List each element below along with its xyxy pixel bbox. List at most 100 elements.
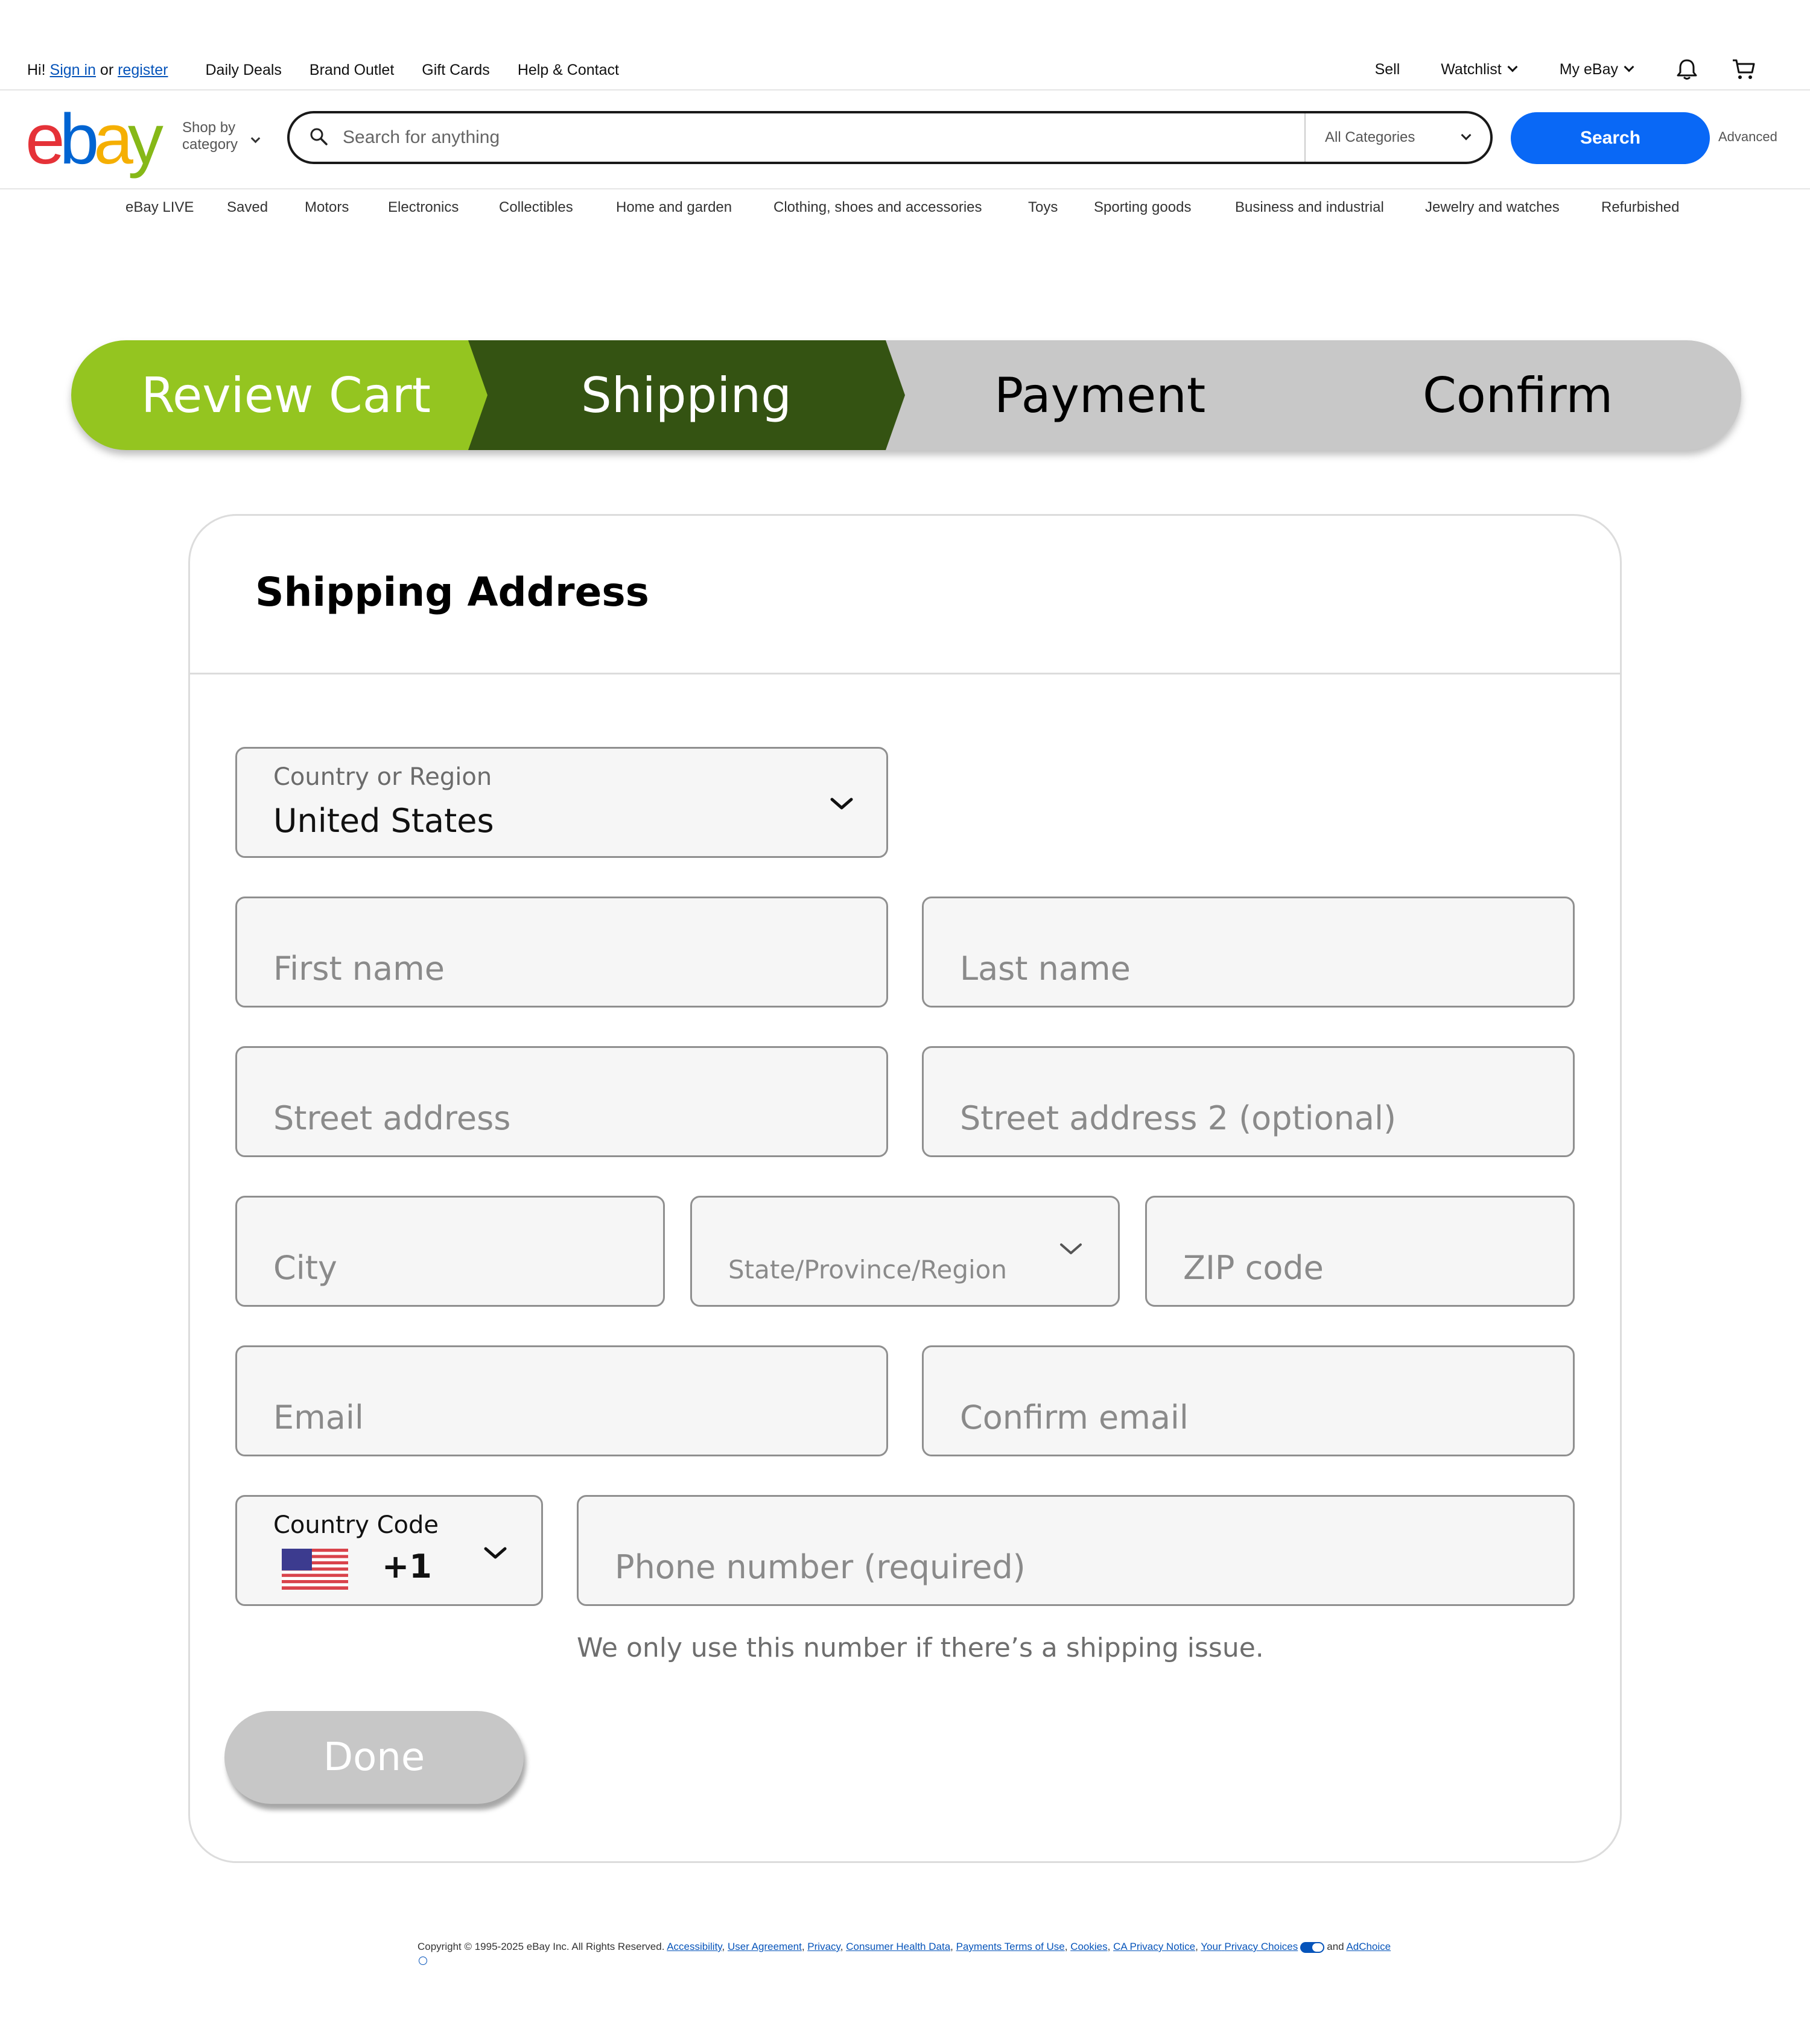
country-select-value: United States — [273, 802, 494, 840]
footer-ca-privacy-link[interactable]: CA Privacy Notice — [1113, 1941, 1195, 1952]
country-code-select[interactable]: Country Code +1 — [235, 1495, 543, 1606]
chevron-down-icon — [1060, 1243, 1082, 1254]
search-icon — [310, 128, 328, 145]
help-contact-link[interactable]: Help & Contact — [518, 62, 619, 79]
footer: Copyright © 1995-2025 eBay Inc. All Righ… — [418, 1940, 1395, 1967]
nav-electronics[interactable]: Electronics — [388, 199, 459, 216]
chevron-down-icon — [1461, 130, 1472, 141]
confirm-email-field[interactable]: Confirm email — [922, 1345, 1575, 1456]
logo-letter-y: y — [127, 100, 164, 179]
checkout-stepper: Review Cart Shipping Payment Confirm — [71, 340, 1741, 450]
sell-link[interactable]: Sell — [1375, 61, 1400, 78]
search-bar: All Categories — [287, 111, 1493, 164]
greeting: Hi! Sign in or register — [27, 62, 168, 79]
register-link[interactable]: register — [118, 62, 168, 78]
last-name-field[interactable]: Last name — [922, 897, 1575, 1008]
nav-saved[interactable]: Saved — [227, 199, 268, 216]
country-code-label: Country Code — [273, 1511, 439, 1539]
footer-privacy-link[interactable]: Privacy — [807, 1941, 840, 1952]
shop-by-line1: Shop by — [182, 119, 236, 136]
first-name-field[interactable]: First name — [235, 897, 888, 1008]
email-field[interactable]: Email — [235, 1345, 888, 1456]
nav-collectibles[interactable]: Collectibles — [499, 199, 573, 216]
cart-button[interactable] — [1732, 58, 1756, 81]
confirm-email-placeholder: Confirm email — [960, 1398, 1189, 1436]
zip-code-field[interactable]: ZIP code — [1145, 1196, 1575, 1307]
search-button[interactable]: Search — [1511, 112, 1710, 164]
nav-toys[interactable]: Toys — [1028, 199, 1058, 216]
footer-your-privacy-choices-link[interactable]: Your Privacy Choices — [1201, 1941, 1298, 1952]
done-button[interactable]: Done — [224, 1711, 524, 1804]
step-shipping[interactable]: Shipping — [581, 372, 792, 420]
state-select[interactable]: State/Province/Region — [690, 1196, 1120, 1307]
category-select-value: All Categories — [1325, 129, 1415, 145]
greeting-or: or — [100, 62, 114, 78]
chevron-down-icon — [1624, 62, 1634, 72]
footer-privacy-choices-text: Privacy Choices — [1224, 1941, 1298, 1952]
logo-letter-b: b — [59, 100, 100, 179]
footer-accessibility-link[interactable]: Accessibility — [667, 1941, 722, 1952]
nav-sporting-goods[interactable]: Sporting goods — [1094, 199, 1191, 216]
chevron-down-icon — [250, 133, 261, 144]
nav-refurbished[interactable]: Refurbished — [1601, 199, 1679, 216]
city-placeholder: City — [273, 1249, 337, 1287]
nav-home-garden[interactable]: Home and garden — [616, 199, 732, 216]
advanced-search-link[interactable]: Advanced — [1718, 129, 1777, 145]
search-input[interactable] — [343, 122, 1109, 153]
header: ebay Shop by category All Categories Sea… — [0, 92, 1810, 189]
step-payment: Payment — [994, 367, 1206, 424]
step-confirm: Confirm — [1423, 367, 1613, 424]
bell-icon — [1677, 59, 1697, 80]
nav-clothing[interactable]: Clothing, shoes and accessories — [773, 199, 982, 216]
zip-code-placeholder: ZIP code — [1183, 1249, 1324, 1287]
top-bar-left: Hi! Sign in or register Daily Deals Bran… — [27, 62, 619, 79]
privacy-choices-icon — [1300, 1941, 1325, 1953]
phone-number-placeholder: Phone number (required) — [615, 1548, 1026, 1586]
country-select[interactable]: Country or Region United States — [235, 747, 888, 858]
sign-in-link[interactable]: Sign in — [50, 62, 96, 78]
us-flag-icon — [282, 1549, 348, 1590]
daily-deals-link[interactable]: Daily Deals — [205, 62, 281, 79]
shop-by-line2: category — [182, 136, 238, 153]
notifications-button[interactable] — [1676, 58, 1698, 81]
city-field[interactable]: City — [235, 1196, 665, 1307]
cart-icon — [1733, 59, 1755, 79]
step-review-cart[interactable]: Review Cart — [141, 372, 431, 420]
street-address-2-placeholder: Street address 2 (optional) — [960, 1099, 1397, 1137]
state-placeholder: State/Province/Region — [728, 1255, 1007, 1284]
gift-cards-link[interactable]: Gift Cards — [422, 62, 490, 79]
footer-payments-terms-link[interactable]: Payments Terms of Use — [956, 1941, 1065, 1952]
nav-jewelry-watches[interactable]: Jewelry and watches — [1425, 199, 1560, 216]
email-placeholder: Email — [273, 1398, 364, 1436]
nav-ebay-live[interactable]: eBay LIVE — [125, 199, 194, 216]
watchlist-menu[interactable]: Watchlist — [1441, 60, 1518, 78]
last-name-placeholder: Last name — [960, 950, 1131, 988]
watchlist-label: Watchlist — [1441, 60, 1502, 78]
shop-by-category-button[interactable]: Shop by category — [182, 119, 238, 153]
first-name-placeholder: First name — [273, 950, 445, 988]
footer-cookies-link[interactable]: Cookies — [1070, 1941, 1107, 1952]
card-title: Shipping Address — [255, 569, 649, 615]
footer-user-agreement-link[interactable]: User Agreement — [728, 1941, 802, 1952]
logo-letter-e: e — [25, 100, 65, 179]
nav-business-industrial[interactable]: Business and industrial — [1235, 199, 1384, 216]
country-code-value: +1 — [382, 1547, 432, 1585]
ebay-logo[interactable]: ebay — [25, 104, 164, 175]
my-ebay-label: My eBay — [1559, 60, 1618, 78]
top-bar: Hi! Sign in or register Daily Deals Bran… — [0, 0, 1810, 90]
street-address-placeholder: Street address — [273, 1099, 511, 1137]
nav-motors[interactable]: Motors — [305, 199, 349, 216]
my-ebay-menu[interactable]: My eBay — [1559, 60, 1634, 78]
category-nav: eBay LIVE Saved Motors Electronics Colle… — [0, 199, 1810, 223]
footer-consumer-health-link[interactable]: Consumer Health Data — [846, 1941, 950, 1952]
street-address-2-field[interactable]: Street address 2 (optional) — [922, 1046, 1575, 1157]
phone-number-field[interactable]: Phone number (required) — [577, 1495, 1575, 1606]
footer-adchoice-link[interactable]: AdChoice — [1346, 1941, 1391, 1952]
footer-your-text: Your — [1201, 1941, 1222, 1952]
street-address-field[interactable]: Street address — [235, 1046, 888, 1157]
category-select[interactable]: All Categories — [1304, 113, 1491, 162]
chevron-down-icon — [830, 798, 853, 810]
brand-outlet-link[interactable]: Brand Outlet — [310, 62, 394, 79]
chevron-down-icon — [484, 1547, 507, 1559]
card-divider — [190, 673, 1620, 674]
